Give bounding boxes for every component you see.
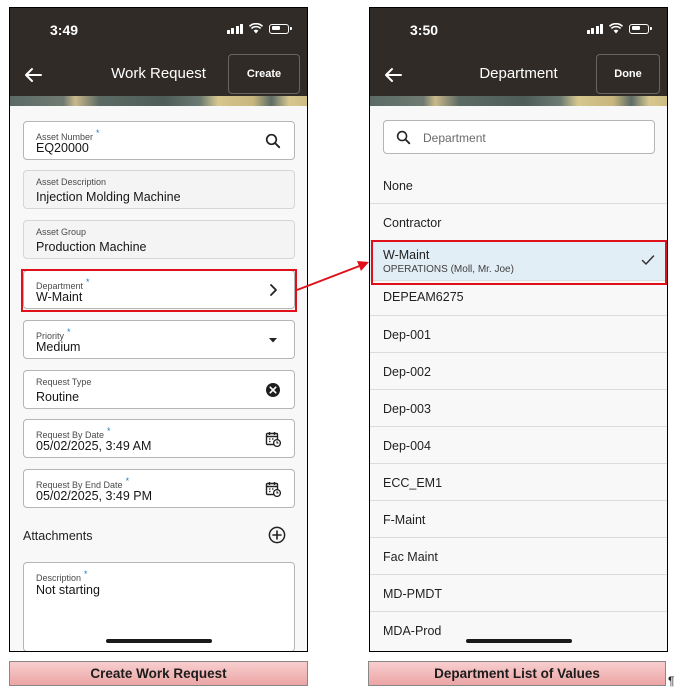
caption-department-list: Department List of Values — [368, 661, 666, 686]
pilcrow-mark: ¶ — [668, 674, 675, 688]
connector-arrow-icon — [296, 261, 369, 291]
caption-create-work-request: Create Work Request — [9, 661, 308, 686]
